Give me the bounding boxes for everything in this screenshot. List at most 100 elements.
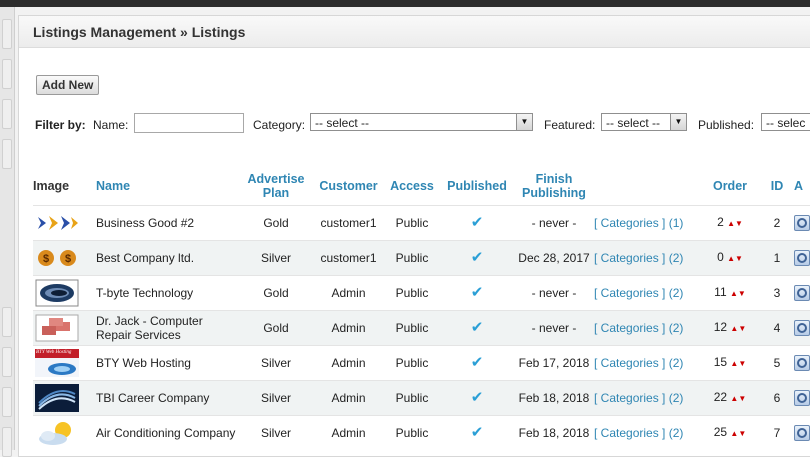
- sidebar-tab[interactable]: [2, 387, 12, 417]
- name-filter-input[interactable]: [134, 113, 244, 133]
- categories-cell[interactable]: [ Categories ] (2): [594, 240, 700, 276]
- featured-select-value: -- select --: [606, 116, 660, 130]
- column-header-id[interactable]: ID: [760, 166, 794, 206]
- actions-cell: |: [794, 240, 810, 276]
- chevron-down-icon[interactable]: ▼: [670, 114, 686, 130]
- sidebar-tab[interactable]: [2, 139, 12, 169]
- published-cell[interactable]: ✔: [440, 415, 514, 450]
- categories-cell[interactable]: [ Categories ] (1): [594, 205, 700, 241]
- order-down-icon[interactable]: ▼: [738, 359, 746, 368]
- published-cell[interactable]: ✔: [440, 345, 514, 381]
- id-cell: 6: [760, 380, 794, 416]
- customer-cell: customer1: [313, 205, 384, 241]
- order-cell: 15 ▲▼: [700, 345, 760, 381]
- listing-name[interactable]: Best Company ltd.: [96, 240, 239, 276]
- categories-cell[interactable]: [ Categories ] (2): [594, 310, 700, 346]
- chevron-down-icon[interactable]: ▼: [516, 114, 532, 130]
- published-cell[interactable]: ✔: [440, 380, 514, 416]
- table-row: $ $ Best Company ltd. Silver customer1 Pu…: [33, 240, 810, 276]
- published-cell[interactable]: ✔: [440, 310, 514, 346]
- column-header-finish-publishing[interactable]: Finish Publishing: [514, 166, 594, 206]
- order-cell: 25 ▲▼: [700, 415, 760, 450]
- categories-link[interactable]: [ Categories ] (2): [594, 391, 683, 405]
- published-select[interactable]: -- selec: [761, 113, 810, 131]
- published-cell[interactable]: ✔: [440, 240, 514, 276]
- category-select[interactable]: -- select -- ▼: [310, 113, 533, 131]
- image-cell: [33, 415, 96, 450]
- column-header-customer[interactable]: Customer: [313, 166, 384, 206]
- access-cell: Public: [384, 205, 440, 241]
- column-header-actions[interactable]: A: [794, 166, 810, 206]
- categories-cell[interactable]: [ Categories ] (2): [594, 275, 700, 311]
- web-hosting-logo-icon: BTY Web Hosting: [35, 349, 79, 377]
- edit-icon[interactable]: [794, 250, 810, 266]
- checkmark-icon[interactable]: ✔: [471, 354, 484, 371]
- checkmark-icon[interactable]: ✔: [471, 214, 484, 231]
- column-header-order[interactable]: Order: [700, 166, 760, 206]
- column-header-published[interactable]: Published: [440, 166, 514, 206]
- featured-select[interactable]: -- select -- ▼: [601, 113, 687, 131]
- edit-icon[interactable]: [794, 355, 810, 371]
- sidebar-tab[interactable]: [2, 99, 12, 129]
- checkmark-icon[interactable]: ✔: [471, 249, 484, 266]
- add-new-button[interactable]: Add New: [36, 75, 100, 95]
- order-cell: 11 ▲▼: [700, 275, 760, 311]
- actions-cell: |: [794, 380, 810, 416]
- sidebar-tab[interactable]: [2, 347, 12, 377]
- column-header-advertise-plan[interactable]: Advertise Plan: [239, 166, 313, 206]
- categories-link[interactable]: [ Categories ] (2): [594, 426, 683, 440]
- edit-icon[interactable]: [794, 390, 810, 406]
- categories-cell[interactable]: [ Categories ] (2): [594, 380, 700, 416]
- filter-by-label: Filter by:: [35, 118, 86, 132]
- order-down-icon[interactable]: ▼: [738, 429, 746, 438]
- featured-filter-label: Featured:: [544, 118, 596, 132]
- checkmark-icon[interactable]: ✔: [471, 424, 484, 441]
- arrows-logo-icon: [35, 209, 79, 237]
- order-down-icon[interactable]: ▼: [735, 254, 743, 263]
- checkmark-icon[interactable]: ✔: [471, 389, 484, 406]
- edit-icon[interactable]: [794, 320, 810, 336]
- categories-link[interactable]: [ Categories ] (2): [594, 286, 683, 300]
- published-cell[interactable]: ✔: [440, 275, 514, 311]
- listing-name[interactable]: Dr. Jack - Computer Repair Services: [96, 310, 239, 346]
- column-header-name[interactable]: Name: [96, 166, 239, 206]
- order-cell: 2 ▲▼: [700, 205, 760, 241]
- categories-cell[interactable]: [ Categories ] (2): [594, 345, 700, 381]
- sidebar-tab[interactable]: [2, 19, 12, 49]
- customer-cell: Admin: [313, 415, 384, 450]
- table-row: BTY Web Hosting BTY Web Hosting Silver A…: [33, 345, 810, 381]
- order-up-icon[interactable]: ▲: [727, 254, 735, 263]
- sidebar-tab[interactable]: [2, 427, 12, 457]
- checkmark-icon[interactable]: ✔: [471, 284, 484, 301]
- edit-icon[interactable]: [794, 285, 810, 301]
- actions-cell: |: [794, 415, 810, 450]
- order-down-icon[interactable]: ▼: [735, 219, 743, 228]
- order-down-icon[interactable]: ▼: [738, 289, 746, 298]
- column-header-access[interactable]: Access: [384, 166, 440, 206]
- categories-link[interactable]: [ Categories ] (2): [594, 321, 683, 335]
- order-up-icon[interactable]: ▲: [730, 289, 738, 298]
- order-cell: 0 ▲▼: [700, 240, 760, 276]
- actions-cell: |: [794, 310, 810, 346]
- listing-name[interactable]: TBI Career Company: [96, 380, 239, 416]
- published-cell[interactable]: ✔: [440, 205, 514, 241]
- order-down-icon[interactable]: ▼: [738, 394, 746, 403]
- top-bar: [0, 0, 810, 7]
- edit-icon[interactable]: [794, 215, 810, 231]
- checkmark-icon[interactable]: ✔: [471, 319, 484, 336]
- categories-cell[interactable]: [ Categories ] (2): [594, 415, 700, 450]
- listing-name[interactable]: T-byte Technology: [96, 275, 239, 311]
- finish-publishing-cell: Feb 17, 2018: [514, 345, 594, 381]
- listing-name[interactable]: Business Good #2: [96, 205, 239, 241]
- listing-name[interactable]: Air Conditioning Company: [96, 415, 239, 450]
- categories-link[interactable]: [ Categories ] (1): [594, 216, 683, 230]
- listing-name[interactable]: BTY Web Hosting: [96, 345, 239, 381]
- categories-link[interactable]: [ Categories ] (2): [594, 356, 683, 370]
- edit-icon[interactable]: [794, 425, 810, 441]
- order-up-icon[interactable]: ▲: [727, 219, 735, 228]
- order-down-icon[interactable]: ▼: [738, 324, 746, 333]
- sidebar-tab[interactable]: [2, 307, 12, 337]
- categories-link[interactable]: [ Categories ] (2): [594, 251, 683, 265]
- sidebar-tab[interactable]: [2, 59, 12, 89]
- advertise-plan-cell: Silver: [239, 240, 313, 276]
